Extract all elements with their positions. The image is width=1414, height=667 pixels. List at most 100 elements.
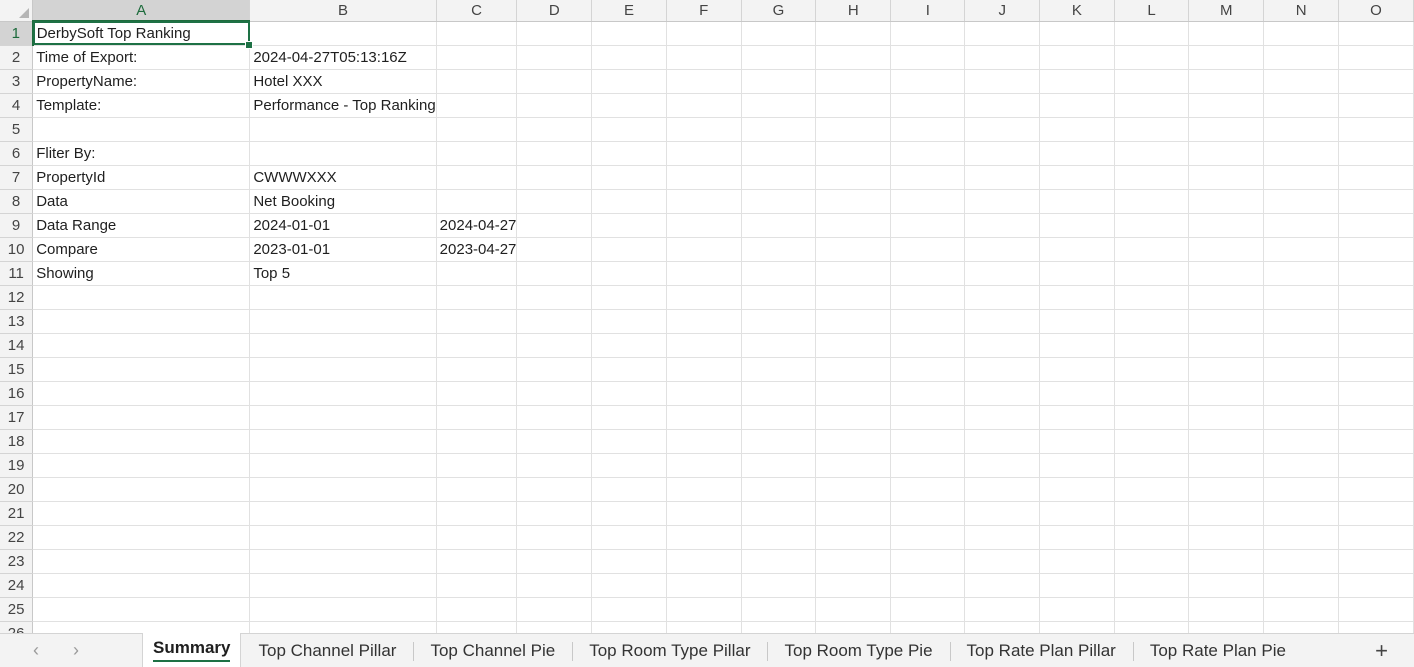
row-header[interactable]: 2 (0, 45, 34, 70)
row-header[interactable]: 15 (0, 357, 34, 382)
cell-e17[interactable] (591, 405, 667, 430)
row-header[interactable]: 3 (0, 69, 34, 94)
row-header[interactable]: 21 (0, 501, 34, 526)
cell-a11[interactable]: Showing (32, 261, 251, 286)
cell-j23[interactable] (964, 549, 1040, 574)
cell-e16[interactable] (591, 381, 667, 406)
row-header[interactable]: 7 (0, 165, 34, 190)
cell-e11[interactable] (591, 261, 667, 286)
row-header[interactable]: 26 (0, 621, 34, 633)
cell-d22[interactable] (516, 525, 593, 550)
cell-f3[interactable] (666, 69, 742, 94)
cell-g5[interactable] (741, 117, 817, 142)
cell-n17[interactable] (1263, 405, 1339, 430)
cell-k13[interactable] (1039, 309, 1115, 334)
cell-f14[interactable] (666, 333, 742, 358)
cell-g24[interactable] (741, 573, 817, 598)
cell-e5[interactable] (591, 117, 667, 142)
select-all-corner[interactable] (0, 0, 34, 22)
cell-f15[interactable] (666, 357, 742, 382)
cell-o18[interactable] (1338, 429, 1414, 454)
fill-handle[interactable] (245, 40, 254, 49)
cell-c7[interactable] (436, 165, 518, 190)
cell-d15[interactable] (516, 357, 593, 382)
cell-b24[interactable] (249, 573, 437, 598)
cell-a1[interactable]: DerbySoft Top Ranking (32, 21, 254, 49)
cell-i23[interactable] (890, 549, 966, 574)
column-header-o[interactable]: O (1338, 0, 1414, 22)
cell-h14[interactable] (815, 333, 892, 358)
cell-j14[interactable] (964, 333, 1040, 358)
cell-g11[interactable] (741, 261, 817, 286)
column-header-d[interactable]: D (516, 0, 593, 22)
cell-g17[interactable] (741, 405, 817, 430)
cell-m24[interactable] (1188, 573, 1265, 598)
cell-k26[interactable] (1039, 621, 1115, 633)
cell-k10[interactable] (1039, 237, 1115, 262)
cell-j18[interactable] (964, 429, 1040, 454)
cell-m2[interactable] (1188, 45, 1265, 70)
cell-n24[interactable] (1263, 573, 1339, 598)
cell-e7[interactable] (591, 165, 667, 190)
cell-o1[interactable] (1338, 21, 1414, 46)
cell-d23[interactable] (516, 549, 593, 574)
cell-i5[interactable] (890, 117, 966, 142)
cell-h26[interactable] (815, 621, 892, 633)
cell-n5[interactable] (1263, 117, 1339, 142)
cell-l24[interactable] (1114, 573, 1190, 598)
cell-o7[interactable] (1338, 165, 1414, 190)
cell-c8[interactable] (436, 189, 518, 214)
cell-d18[interactable] (516, 429, 593, 454)
cell-n13[interactable] (1263, 309, 1339, 334)
cell-g13[interactable] (741, 309, 817, 334)
cell-m26[interactable] (1188, 621, 1265, 633)
cell-f8[interactable] (666, 189, 742, 214)
cell-d17[interactable] (516, 405, 593, 430)
cell-h10[interactable] (815, 237, 892, 262)
cell-b26[interactable] (249, 621, 437, 633)
cell-e25[interactable] (591, 597, 667, 622)
cell-n21[interactable] (1263, 501, 1339, 526)
cell-f5[interactable] (666, 117, 742, 142)
cell-f4[interactable] (666, 93, 742, 118)
cell-k9[interactable] (1039, 213, 1115, 238)
cell-a17[interactable] (32, 405, 251, 430)
cell-j19[interactable] (964, 453, 1040, 478)
cell-f22[interactable] (666, 525, 742, 550)
cell-b7[interactable]: CWWWXXX (249, 165, 437, 190)
cell-c24[interactable] (436, 573, 518, 598)
cell-m3[interactable] (1188, 69, 1265, 94)
cell-e22[interactable] (591, 525, 667, 550)
column-header-l[interactable]: L (1114, 0, 1190, 22)
cell-h12[interactable] (815, 285, 892, 310)
column-header-e[interactable]: E (591, 0, 667, 22)
cell-k17[interactable] (1039, 405, 1115, 430)
cell-g4[interactable] (741, 93, 817, 118)
cell-n19[interactable] (1263, 453, 1339, 478)
cell-i17[interactable] (890, 405, 966, 430)
cell-e1[interactable] (591, 21, 667, 46)
cell-j9[interactable] (964, 213, 1040, 238)
cell-c26[interactable] (436, 621, 518, 633)
cell-j17[interactable] (964, 405, 1040, 430)
cell-h4[interactable] (815, 93, 892, 118)
cell-j4[interactable] (964, 93, 1040, 118)
cell-b1[interactable] (249, 21, 437, 46)
cell-g12[interactable] (741, 285, 817, 310)
column-header-m[interactable]: M (1188, 0, 1265, 22)
cell-b18[interactable] (249, 429, 437, 454)
row-header[interactable]: 1 (0, 21, 34, 46)
cell-j25[interactable] (964, 597, 1040, 622)
cell-e3[interactable] (591, 69, 667, 94)
cell-m8[interactable] (1188, 189, 1265, 214)
cell-j13[interactable] (964, 309, 1040, 334)
cell-k20[interactable] (1039, 477, 1115, 502)
cell-h15[interactable] (815, 357, 892, 382)
cell-g7[interactable] (741, 165, 817, 190)
cell-d4[interactable] (516, 93, 593, 118)
cell-i13[interactable] (890, 309, 966, 334)
cell-g2[interactable] (741, 45, 817, 70)
cell-e18[interactable] (591, 429, 667, 454)
cell-c25[interactable] (436, 597, 518, 622)
cell-k7[interactable] (1039, 165, 1115, 190)
